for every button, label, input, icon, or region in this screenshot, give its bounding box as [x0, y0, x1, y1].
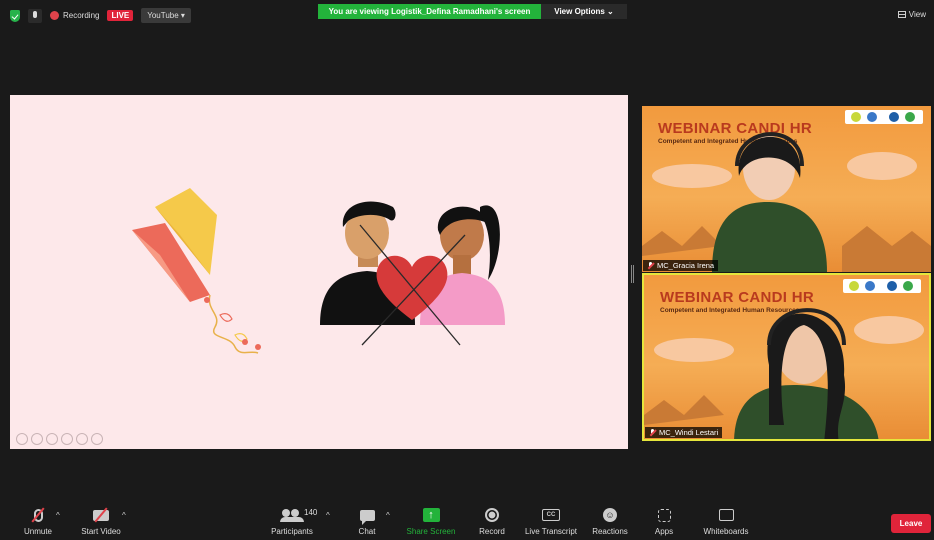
closed-caption-icon: CC [542, 509, 560, 521]
share-screen-button[interactable]: ↑ Share Screen [396, 506, 466, 536]
view-options-button[interactable]: View Options ⌄ [541, 4, 627, 19]
audio-options-caret[interactable]: ^ [56, 511, 60, 520]
muted-mic-icon [649, 428, 656, 437]
video-tile-windi[interactable]: WEBINAR CANDI HR Competent and Integrate… [642, 273, 931, 441]
prev-slide-button[interactable] [16, 433, 28, 445]
viewing-banner: You are viewing Logistik_Defina Ramadhan… [318, 4, 541, 19]
chat-icon [359, 509, 375, 525]
view-label: View [908, 10, 926, 19]
leave-button[interactable]: Leave [891, 514, 931, 533]
apps-label: Apps [654, 527, 674, 536]
participants-options-caret[interactable]: ^ [326, 511, 330, 520]
presenter-video-windi [644, 308, 924, 439]
pen-tool-button[interactable] [46, 433, 58, 445]
more-options-button[interactable] [91, 433, 103, 445]
chat-options-caret[interactable]: ^ [386, 511, 390, 520]
top-bar: Recording LIVE YouTube ▾ You are viewing… [0, 0, 934, 30]
slide-illustration [132, 188, 505, 354]
participant-name: MC_Windi Lestari [659, 428, 719, 437]
view-button[interactable]: View [897, 10, 926, 19]
panel-splitter[interactable] [631, 265, 634, 283]
record-icon [485, 508, 499, 522]
video-tile-gracia[interactable]: WEBINAR CANDI HR Competent and Integrate… [642, 106, 931, 272]
security-shield-icon[interactable] [10, 9, 20, 22]
unmute-label: Unmute [23, 527, 52, 536]
top-left-status: Recording LIVE YouTube ▾ [10, 8, 191, 23]
kite-illustration [132, 188, 261, 354]
participant-count: 140 [304, 508, 318, 517]
participants-icon [280, 509, 304, 522]
share-screen-icon: ↑ [422, 508, 440, 522]
whiteboards-button[interactable]: Whiteboards [691, 506, 761, 536]
chat-label: Chat [358, 527, 376, 536]
share-screen-label: Share Screen [406, 527, 456, 536]
muted-mic-icon [647, 261, 654, 270]
record-label: Record [479, 527, 505, 536]
slide-controls [16, 433, 103, 445]
live-transcript-label: Live Transcript [524, 527, 578, 536]
zoom-slide-button[interactable] [76, 433, 88, 445]
meeting-toolbar: Unmute ^ Start Video ^ 140 Participants … [0, 500, 934, 540]
recording-dot-icon [50, 11, 59, 20]
video-options-caret[interactable]: ^ [122, 511, 126, 520]
apps-button[interactable]: Apps [629, 506, 699, 536]
shared-screen[interactable] [10, 95, 628, 449]
participant-nametag: MC_Gracia Irena [643, 260, 719, 271]
reactions-label: Reactions [592, 527, 628, 536]
recording-label: Recording [63, 11, 100, 20]
recording-indicator[interactable]: Recording [50, 11, 99, 20]
whiteboard-icon [718, 509, 734, 521]
zoom-meeting-window: Recording LIVE YouTube ▾ You are viewing… [0, 0, 934, 540]
unmute-button[interactable]: Unmute [3, 506, 73, 536]
reactions-icon: ☺ [603, 508, 617, 522]
mic-status-icon[interactable] [28, 8, 42, 23]
gallery-view-icon [897, 11, 906, 18]
chat-button[interactable]: Chat [332, 506, 402, 536]
presenter-video-gracia [642, 132, 931, 272]
start-video-label: Start Video [81, 527, 121, 536]
participant-nametag: MC_Windi Lestari [645, 427, 723, 438]
whiteboards-label: Whiteboards [703, 527, 749, 536]
slides-view-button[interactable] [61, 433, 73, 445]
participant-name: MC_Gracia Irena [657, 261, 715, 270]
participants-label: Participants [271, 527, 313, 536]
pointer-tool-button[interactable] [31, 433, 43, 445]
youtube-dropdown[interactable]: YouTube ▾ [141, 8, 191, 23]
live-badge[interactable]: LIVE [107, 10, 134, 21]
apps-icon [657, 508, 671, 522]
participants-button[interactable]: 140 Participants [257, 506, 327, 536]
